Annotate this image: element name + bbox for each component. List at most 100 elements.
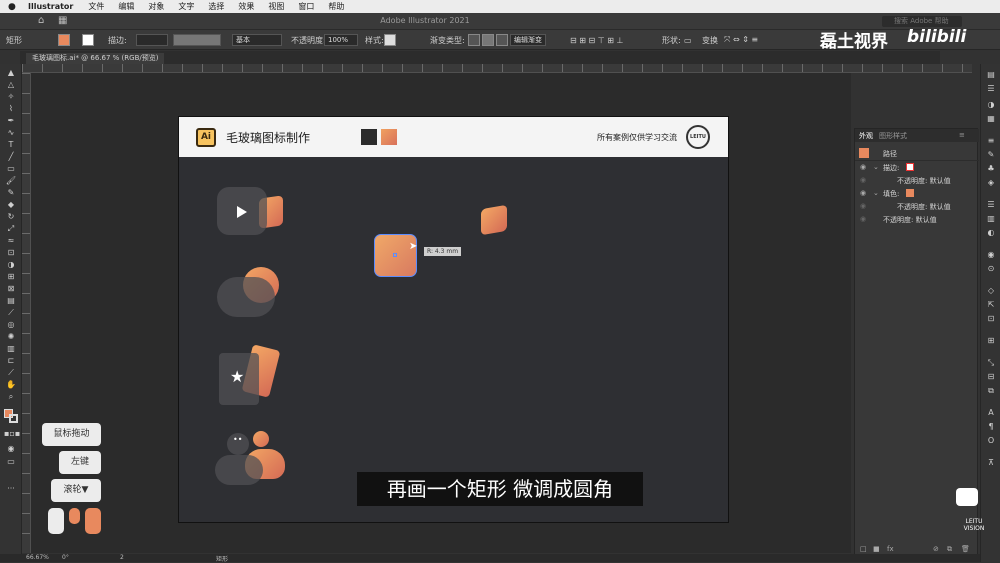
hand-tool-icon[interactable]: ✋ [4,380,18,390]
variable-width-profile[interactable] [173,34,221,46]
gradient-tool-icon[interactable]: ▤ [4,296,18,306]
apple-icon[interactable]: ● [8,2,18,12]
opacity-field[interactable]: 100% [324,34,358,46]
help-search-input[interactable]: 搜索 Adobe 帮助 [882,16,962,27]
add-stroke-icon[interactable]: □ [860,545,867,553]
eye-icon[interactable]: ◉ [860,215,866,223]
transform-icons[interactable]: ⤧ ⇔ ⇕ ≡ [724,33,758,47]
opentype-icon[interactable]: O [985,436,997,446]
eyedropper-icon[interactable]: ⟋ [4,308,18,318]
eraser-icon[interactable]: ◆ [4,200,18,210]
slice-tool-icon[interactable]: ⟋ [4,368,18,378]
tab-appearance[interactable]: 外观 [859,131,873,141]
export-icon[interactable]: ⇱ [985,300,997,310]
app-name[interactable]: Illustrator [28,2,73,11]
document-tab[interactable]: 毛玻璃图标.ai* @ 66.67 % (RGB/预览) [26,53,165,64]
eye-icon[interactable]: ◉ [860,189,866,197]
blend-tool-icon[interactable]: ◎ [4,320,18,330]
appearance-opacity-row[interactable]: ◉ 不透明度: 默认值 [855,214,979,226]
panel-menu-icon[interactable]: ≡ [959,131,965,139]
artboard[interactable]: Ai 毛玻璃图标制作 所有案例仅供学习交流 LEITU ★ •• ➤ R: 4.… [178,116,729,523]
expand-chevron-icon[interactable]: ⌄ [873,163,879,171]
cloud-icon-glass[interactable] [217,277,275,317]
appearance-panel-icon[interactable]: ◉ [985,250,997,260]
gradient-linear-button[interactable] [468,34,480,46]
layers-icon[interactable]: ◇ [985,286,997,296]
color-mode-icons[interactable]: ▪▫▪ [4,429,20,439]
transform-label[interactable]: 变换 [702,33,718,47]
draw-mode-icon[interactable]: ◉ [4,444,18,454]
fill-swatch-small[interactable] [906,189,914,197]
appearance-path-row[interactable]: 路径 [855,147,979,161]
fx-icon[interactable]: fx [887,545,894,553]
screen-mode-icon[interactable]: ▭ [4,457,18,467]
stroke-none-swatch[interactable] [906,163,914,171]
fill-stroke-swatch[interactable] [4,409,18,423]
vertical-ruler[interactable] [22,73,31,553]
symbols-icon[interactable]: ♣ [985,164,997,174]
zoom-tool-icon[interactable]: ⌕ [4,392,18,402]
pen-tool-icon[interactable]: ✒ [4,116,18,126]
align-icons[interactable]: ⊟ ⊞ ⊟ ⊤ ⊞ ⊥ [570,33,623,47]
line-tool-icon[interactable]: ╱ [4,152,18,162]
stroke-panel-icon[interactable]: ≡ [985,136,997,146]
duplicate-icon[interactable]: ⧉ [947,545,952,554]
color-icon[interactable]: ◑ [985,100,997,110]
selection-tool-icon[interactable]: ▲ [4,68,18,78]
perspective-grid-icon[interactable]: ⊞ [4,272,18,282]
gradient-freeform-button[interactable] [496,34,508,46]
lasso-icon[interactable]: ⌇ [4,104,18,114]
tab-graphic-styles[interactable]: 图形样式 [879,131,907,141]
eye-icon[interactable]: ◉ [860,202,866,210]
stroke-swatch[interactable] [82,34,94,46]
paragraph-icon[interactable]: ¶ [985,422,997,432]
gradient-panel-icon[interactable]: ▥ [985,214,997,224]
artboard-number[interactable]: 2 [120,554,124,561]
mesh-tool-icon[interactable]: ⊠ [4,284,18,294]
zoom-level[interactable]: 66.67% [26,554,49,561]
menu-type[interactable]: 文字 [178,1,194,12]
user-icon-head[interactable] [253,431,269,447]
appearance-stroke-row[interactable]: ◉ ⌄ 描边: [855,162,979,174]
fill-swatch[interactable] [58,34,70,46]
shape-builder-icon[interactable]: ◑ [4,260,18,270]
libraries-icon[interactable]: ☰ [985,84,997,94]
rotation-angle[interactable]: 0° [62,554,69,561]
stroke-weight-field[interactable] [136,34,168,46]
swatches-icon[interactable]: ▦ [985,114,997,124]
curvature-tool-icon[interactable]: ∿ [4,128,18,138]
pattern-icon[interactable]: ⊞ [985,336,997,346]
properties-icon[interactable]: ▤ [985,70,997,80]
edit-gradient-button[interactable]: 编辑渐变 [510,34,546,46]
pencil-icon[interactable]: ✎ [4,188,18,198]
appearance-fill-opacity-row[interactable]: ◉ 不透明度: 默认值 [855,201,979,213]
column-graph-icon[interactable]: ▥ [4,344,18,354]
type-tool-icon[interactable]: T [4,140,18,150]
menu-file[interactable]: 文件 [88,1,104,12]
gradient-radial-button[interactable] [482,34,494,46]
brushes-icon[interactable]: ✎ [985,150,997,160]
character-icon[interactable]: A [985,408,997,418]
horizontal-ruler[interactable] [22,64,972,73]
pathfinder-icon[interactable]: ⊟ [985,372,997,382]
orange-shape[interactable] [481,204,507,236]
appearance-stroke-opacity-row[interactable]: ◉ 不透明度: 默认值 [855,175,979,187]
menu-effect[interactable]: 效果 [238,1,254,12]
graphic-styles-icon[interactable]: ◈ [985,178,997,188]
warp-tool-icon[interactable]: ≈ [4,236,18,246]
image-trace-icon[interactable]: ⊙ [985,264,997,274]
symbol-sprayer-icon[interactable]: ✺ [4,332,18,342]
shape-label[interactable]: 形状: [662,33,681,47]
more-tools-icon[interactable]: ··· [4,484,18,494]
eye-icon[interactable]: ◉ [860,163,866,171]
brush-definition[interactable]: 基本 [232,34,282,46]
clear-appearance-icon[interactable]: ⊘ [933,545,939,553]
menu-select[interactable]: 选择 [208,1,224,12]
paintbrush-icon[interactable]: 🖌 [4,176,18,186]
menu-edit[interactable]: 编辑 [118,1,134,12]
shape-icon[interactable]: ▭ [684,33,692,47]
scale-tool-icon[interactable]: ⤢ [4,224,18,234]
menu-window[interactable]: 窗口 [298,1,314,12]
menu-view[interactable]: 视图 [268,1,284,12]
transform-panel-icon[interactable]: ⤡ [985,358,997,368]
